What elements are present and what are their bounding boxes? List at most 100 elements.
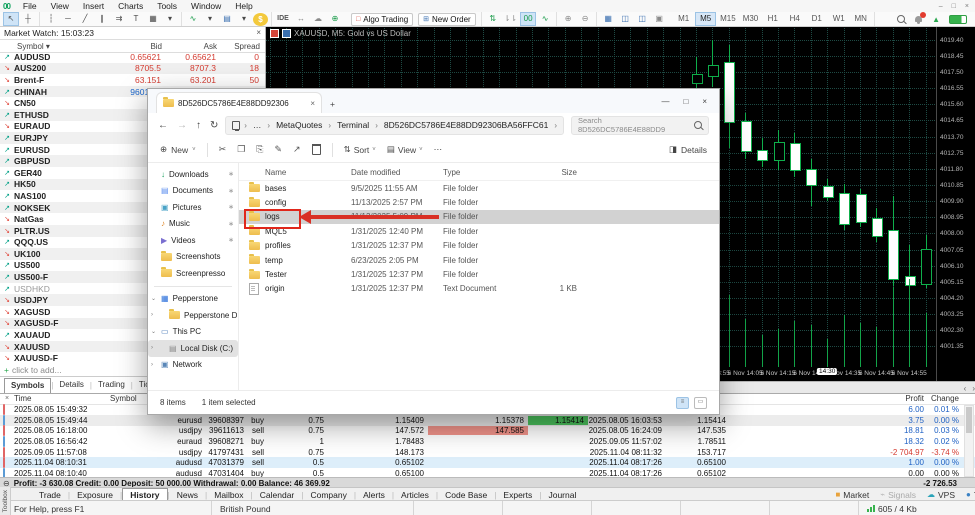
toolbox-vertical-tab[interactable]: Toolbox [0, 487, 11, 515]
more-options-icon[interactable]: ⋯ [434, 144, 443, 155]
menu-file[interactable]: File [16, 1, 44, 11]
new-button[interactable]: ⊕ New ˅ [160, 144, 196, 155]
menu-tools[interactable]: Tools [150, 1, 184, 11]
line-view-icon[interactable]: ∿ [537, 12, 553, 26]
badge-market[interactable]: ■Market [835, 490, 869, 500]
channel-icon[interactable]: ∥ [94, 12, 110, 26]
history-row[interactable]: 2025.08.05 16:18:00usdjpy39611613sell0.7… [0, 426, 975, 437]
col-name[interactable]: Name [265, 168, 351, 177]
maximize-icon[interactable]: □ [952, 3, 956, 10]
sidebar-item-screenpresso[interactable]: Screenpresso [148, 265, 238, 282]
sidebar-item-documents[interactable]: ▤Documents∗ [148, 183, 238, 200]
chevron-icon[interactable]: ⌄ [151, 328, 156, 335]
zoom-in-icon[interactable]: ⊕ [560, 12, 576, 26]
col-date-modified[interactable]: Date modified [351, 168, 443, 177]
templates-arrow-icon[interactable]: ▾ [236, 12, 252, 26]
menu-insert[interactable]: Insert [76, 1, 111, 11]
chevron-icon[interactable]: › [151, 312, 153, 318]
badge-tester[interactable]: ●Tester [966, 490, 975, 500]
search-box[interactable]: Search 8D526DC5786E4E88DD9 [571, 116, 709, 135]
deposit-icon[interactable]: $ [253, 13, 268, 26]
market-watch-row[interactable]: ↗AUDUSD0.656210.656210 [0, 51, 265, 63]
file-row-temp[interactable]: temp6/23/2025 2:05 PMFile folder [239, 253, 719, 267]
history-row[interactable]: 2025.11.04 08:10:31audusd47031379sell0.5… [0, 457, 975, 468]
list-view-toggle-icon[interactable]: ≡ [676, 397, 689, 409]
new-tab-icon[interactable]: + [330, 99, 335, 109]
notifications-bell-icon[interactable] [914, 15, 923, 24]
forward-icon[interactable]: → [177, 120, 187, 131]
paste-icon[interactable]: ⎘ [256, 144, 263, 155]
metaeditor-ide-icon[interactable]: IDE [275, 12, 291, 26]
text-label-icon[interactable]: T [128, 12, 144, 26]
chevron-icon[interactable]: › [151, 345, 153, 351]
zoom-out-icon[interactable]: ⊖ [577, 12, 593, 26]
sidebar-item-network[interactable]: ›▣Network [148, 357, 238, 374]
sidebar-item-local-disk-c-[interactable]: ›▤Local Disk (C:) [148, 340, 238, 357]
timeframe-m5[interactable]: M5 [695, 12, 716, 26]
col-type[interactable]: Type [443, 168, 531, 177]
timeframe-m15[interactable]: M15 [717, 12, 739, 26]
tab-journal[interactable]: Journal [541, 489, 583, 501]
up-icon[interactable]: ↑ [196, 120, 201, 131]
tab-news[interactable]: News [170, 489, 205, 501]
cut-icon[interactable]: ✂ [219, 144, 227, 155]
timeframe-m1[interactable]: M1 [673, 12, 694, 26]
toolbox-close-icon[interactable]: × [0, 395, 14, 402]
timeframe-d1[interactable]: D1 [806, 12, 827, 26]
sidebar-item-downloads[interactable]: ↓Downloads∗ [148, 166, 238, 183]
tab-company[interactable]: Company [303, 489, 353, 501]
badge-signals[interactable]: ⌁Signals [880, 490, 916, 500]
screenshot-camera-icon[interactable]: ▣ [651, 12, 667, 26]
timeframe-m30[interactable]: M30 [740, 12, 762, 26]
col-spread[interactable]: Spread [220, 42, 263, 51]
search-icon[interactable] [897, 15, 905, 23]
minimize-icon[interactable]: – [939, 3, 943, 10]
breadcrumb-segment[interactable]: … [251, 120, 264, 130]
crosshair-icon[interactable]: ┼ [20, 12, 36, 26]
market-watch-tab-details[interactable]: Details [53, 378, 89, 392]
shapes-icon[interactable]: ▦ [145, 12, 161, 26]
vertical-line-icon[interactable]: ┆ [43, 12, 59, 26]
community-icon[interactable]: ⊕ [327, 12, 343, 26]
rename-icon[interactable]: ✎ [274, 144, 282, 155]
community-status-icon[interactable]: ▲ [932, 15, 940, 24]
tab-articles[interactable]: Articles [394, 489, 436, 501]
sort-button[interactable]: ⇅Sort˅ [344, 144, 376, 155]
one-click-trading-icon[interactable] [270, 29, 279, 38]
tab-close-icon[interactable]: × [310, 99, 315, 108]
scroll-left-icon[interactable]: ‹ [964, 384, 967, 393]
col-bid[interactable]: Bid [110, 42, 165, 51]
templates-icon[interactable]: ▤ [219, 12, 235, 26]
horizontal-line-icon[interactable]: ─ [60, 12, 76, 26]
sidebar-item-screenshots[interactable]: Screenshots [148, 249, 238, 266]
trendline-icon[interactable]: ╱ [77, 12, 93, 26]
sidebar-item-pepperstone[interactable]: ⌄▦Pepperstone [148, 291, 238, 308]
cloud-icon[interactable]: ☁ [310, 12, 326, 26]
market-watch-row[interactable]: ↘Brent-F63.15163.20150 [0, 74, 265, 86]
cursor-icon[interactable]: ↖ [3, 12, 19, 26]
file-row-origin[interactable]: origin1/31/2025 12:37 PMText Document1 K… [239, 282, 719, 296]
indicators-icon[interactable]: ∿ [185, 12, 201, 26]
market-watch-close-icon[interactable]: × [256, 28, 261, 37]
tab-exposure[interactable]: Exposure [70, 489, 120, 501]
file-row-config[interactable]: config11/13/2025 2:57 PMFile folder [239, 195, 719, 209]
history-row[interactable]: 2025.08.05 16:56:42euraud39608271buy11.7… [0, 436, 975, 447]
breadcrumb[interactable]: ›…›MetaQuotes›Terminal›8D526DC5786E4E88D… [225, 116, 564, 135]
timeframe-w1[interactable]: W1 [828, 12, 849, 26]
new-order-button[interactable]: ⊞New Order [418, 13, 476, 26]
back-icon[interactable]: ← [158, 120, 168, 131]
minimize-icon[interactable]: — [661, 97, 669, 106]
grid-windows-icon[interactable]: ▦ [600, 12, 616, 26]
col-ask[interactable]: Ask [165, 42, 220, 51]
menu-charts[interactable]: Charts [111, 1, 150, 11]
timeframe-h1[interactable]: H1 [762, 12, 783, 26]
tab-alerts[interactable]: Alerts [356, 489, 392, 501]
menu-help[interactable]: Help [228, 1, 259, 11]
menu-view[interactable]: View [44, 1, 76, 11]
file-row-mql5[interactable]: MQL51/31/2025 12:40 PMFile folder [239, 224, 719, 238]
tab-code-base[interactable]: Code Base [438, 489, 494, 501]
chevron-icon[interactable]: ⌄ [151, 295, 156, 302]
badge-vps[interactable]: ☁VPS [927, 490, 955, 500]
file-row-profiles[interactable]: profiles1/31/2025 12:37 PMFile folder [239, 239, 719, 253]
breadcrumb-segment[interactable]: MetaQuotes [274, 120, 324, 130]
